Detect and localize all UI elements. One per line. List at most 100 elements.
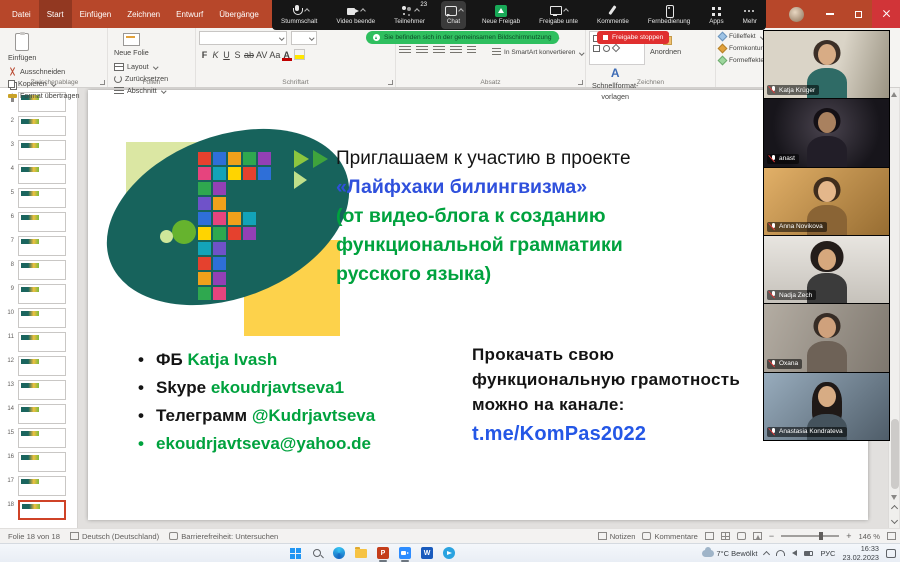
slide-thumbnail[interactable]: 4 — [0, 163, 77, 187]
zoom-in-button[interactable]: + — [846, 532, 851, 540]
text-highlight-button[interactable] — [294, 49, 305, 60]
maximize-button[interactable] — [844, 0, 872, 28]
apps-button[interactable]: Apps — [706, 1, 726, 29]
bold-button[interactable]: F — [199, 48, 210, 61]
tab-uebergaenge[interactable]: Übergänge — [211, 0, 267, 28]
character-spacing-button[interactable]: AV — [255, 48, 268, 61]
participant-video[interactable]: Anna Novikova — [764, 168, 889, 236]
tab-zeichnen[interactable]: Zeichnen — [119, 0, 168, 28]
columns-button[interactable] — [467, 46, 476, 55]
smartart-convert-button[interactable]: In SmartArt konvertieren — [492, 48, 584, 57]
participant-video[interactable]: anast — [764, 99, 889, 167]
zoom-out-button[interactable]: − — [769, 532, 774, 540]
zoom-slider[interactable] — [781, 535, 839, 537]
slide-thumbnail[interactable]: 5 — [0, 187, 77, 211]
taskbar-powerpoint-button[interactable] — [376, 546, 390, 560]
new-slide-button[interactable]: Neue Folie — [111, 31, 152, 59]
align-center-button[interactable] — [416, 46, 428, 55]
dialog-launcher-icon[interactable] — [388, 80, 393, 85]
format-painter-button[interactable]: Format übertragen — [8, 91, 80, 100]
taskbar-search-button[interactable] — [310, 546, 324, 560]
slide-thumbnail[interactable]: 7 — [0, 235, 77, 259]
slide-sorter-view-button[interactable] — [721, 532, 730, 540]
underline-button[interactable]: U — [221, 48, 232, 61]
scrollbar-track[interactable] — [889, 99, 899, 493]
italic-button[interactable]: K — [210, 48, 221, 61]
dialog-launcher-icon[interactable] — [100, 80, 105, 85]
language-selector[interactable]: Deutsch (Deutschland) — [70, 532, 159, 541]
slide-thumbnail[interactable]: 16 — [0, 451, 77, 475]
slideshow-view-button[interactable] — [753, 532, 762, 540]
font-name-select[interactable] — [199, 31, 287, 45]
comments-toggle[interactable]: Kommentare — [642, 532, 697, 541]
taskbar-zoom-button[interactable] — [398, 546, 412, 560]
tab-einfuegen[interactable]: Einfügen — [72, 0, 120, 28]
align-left-button[interactable] — [399, 46, 411, 55]
slide-thumbnail[interactable]: 11 — [0, 331, 77, 355]
notes-toggle[interactable]: Notizen — [598, 532, 636, 541]
slide-thumbnail[interactable]: 3 — [0, 139, 77, 163]
previous-slide-button[interactable] — [890, 502, 899, 514]
wifi-icon[interactable] — [776, 550, 785, 556]
tab-entwurf[interactable]: Entwurf — [168, 0, 211, 28]
next-slide-button[interactable] — [890, 514, 899, 526]
tab-datei[interactable]: Datei — [4, 0, 39, 28]
slide-thumbnail[interactable]: 13 — [0, 379, 77, 403]
layout-button[interactable]: Layout — [114, 62, 168, 71]
remote-control-button[interactable]: Fernbedienung — [645, 1, 693, 29]
clock[interactable]: 16:3323.02.2023 — [842, 544, 879, 562]
taskbar-telegram-button[interactable] — [442, 546, 456, 560]
taskbar-explorer-button[interactable] — [354, 546, 368, 560]
dialog-launcher-icon[interactable] — [578, 80, 583, 85]
slide-thumbnail[interactable]: 6 — [0, 211, 77, 235]
paste-button[interactable]: Einfügen — [5, 31, 39, 64]
new-share-button[interactable]: Neue Freigab — [479, 1, 523, 29]
weather-widget[interactable]: 7°C Bewölkt — [702, 549, 758, 558]
slide-thumbnail[interactable]: 12 — [0, 355, 77, 379]
participant-video[interactable]: Anastasia Kondrateva — [764, 373, 889, 440]
slide-thumbnail[interactable]: 9 — [0, 283, 77, 307]
annotate-button[interactable]: Kommentie — [594, 1, 632, 29]
participant-video[interactable]: Katja Krüger — [764, 31, 889, 99]
chat-button[interactable]: Chat — [441, 1, 466, 29]
normal-view-button[interactable] — [705, 532, 714, 540]
minimize-button[interactable] — [816, 0, 844, 28]
scroll-up-icon[interactable] — [891, 92, 897, 97]
change-case-button[interactable]: Aa — [268, 48, 281, 61]
start-button[interactable] — [288, 546, 302, 560]
pause-share-button[interactable]: Freigabe unte — [536, 1, 581, 29]
scroll-down-icon[interactable] — [891, 495, 897, 500]
cut-button[interactable]: Ausschneiden — [8, 67, 80, 76]
participant-video[interactable]: Nadja Zech — [764, 236, 889, 304]
volume-icon[interactable] — [792, 550, 797, 556]
justify-button[interactable] — [450, 46, 462, 55]
accessibility-checker[interactable]: Barrierefreiheit: Untersuchen — [169, 532, 278, 541]
battery-icon[interactable] — [804, 551, 813, 556]
close-button[interactable] — [872, 0, 900, 28]
slide-thumbnail[interactable]: 17 — [0, 475, 77, 499]
zoom-slider-knob[interactable] — [819, 532, 823, 540]
slide-canvas[interactable]: Приглашаем к участию в проекте «Лайфхаки… — [88, 90, 868, 520]
stop-share-button[interactable]: Freigabe stoppen — [597, 31, 669, 44]
slide-thumbnail[interactable]: 2 — [0, 115, 77, 139]
tray-expand-icon[interactable] — [763, 550, 770, 557]
taskbar-word-button[interactable] — [420, 546, 434, 560]
reading-view-button[interactable] — [737, 532, 746, 540]
tab-start[interactable]: Start — [39, 0, 72, 28]
slide-thumbnail[interactable]: 8 — [0, 259, 77, 283]
font-size-select[interactable] — [291, 31, 317, 45]
slide-thumbnail[interactable]: 15 — [0, 427, 77, 451]
more-button[interactable]: Mehr — [740, 1, 760, 29]
stop-video-button[interactable]: Video beende — [333, 1, 378, 29]
font-color-button[interactable]: A — [281, 50, 292, 60]
taskbar-browser-button[interactable] — [332, 546, 346, 560]
section-button[interactable]: Abschnitt — [114, 86, 168, 95]
align-right-button[interactable] — [433, 46, 445, 55]
keyboard-language[interactable]: РУС — [820, 549, 835, 558]
participant-video[interactable]: Oxana — [764, 304, 889, 372]
shadow-button[interactable]: S — [232, 48, 243, 61]
user-avatar[interactable] — [789, 7, 804, 22]
scrollbar-thumb[interactable] — [891, 419, 899, 489]
notification-icon[interactable] — [886, 549, 896, 558]
fit-slide-button[interactable] — [887, 532, 896, 540]
